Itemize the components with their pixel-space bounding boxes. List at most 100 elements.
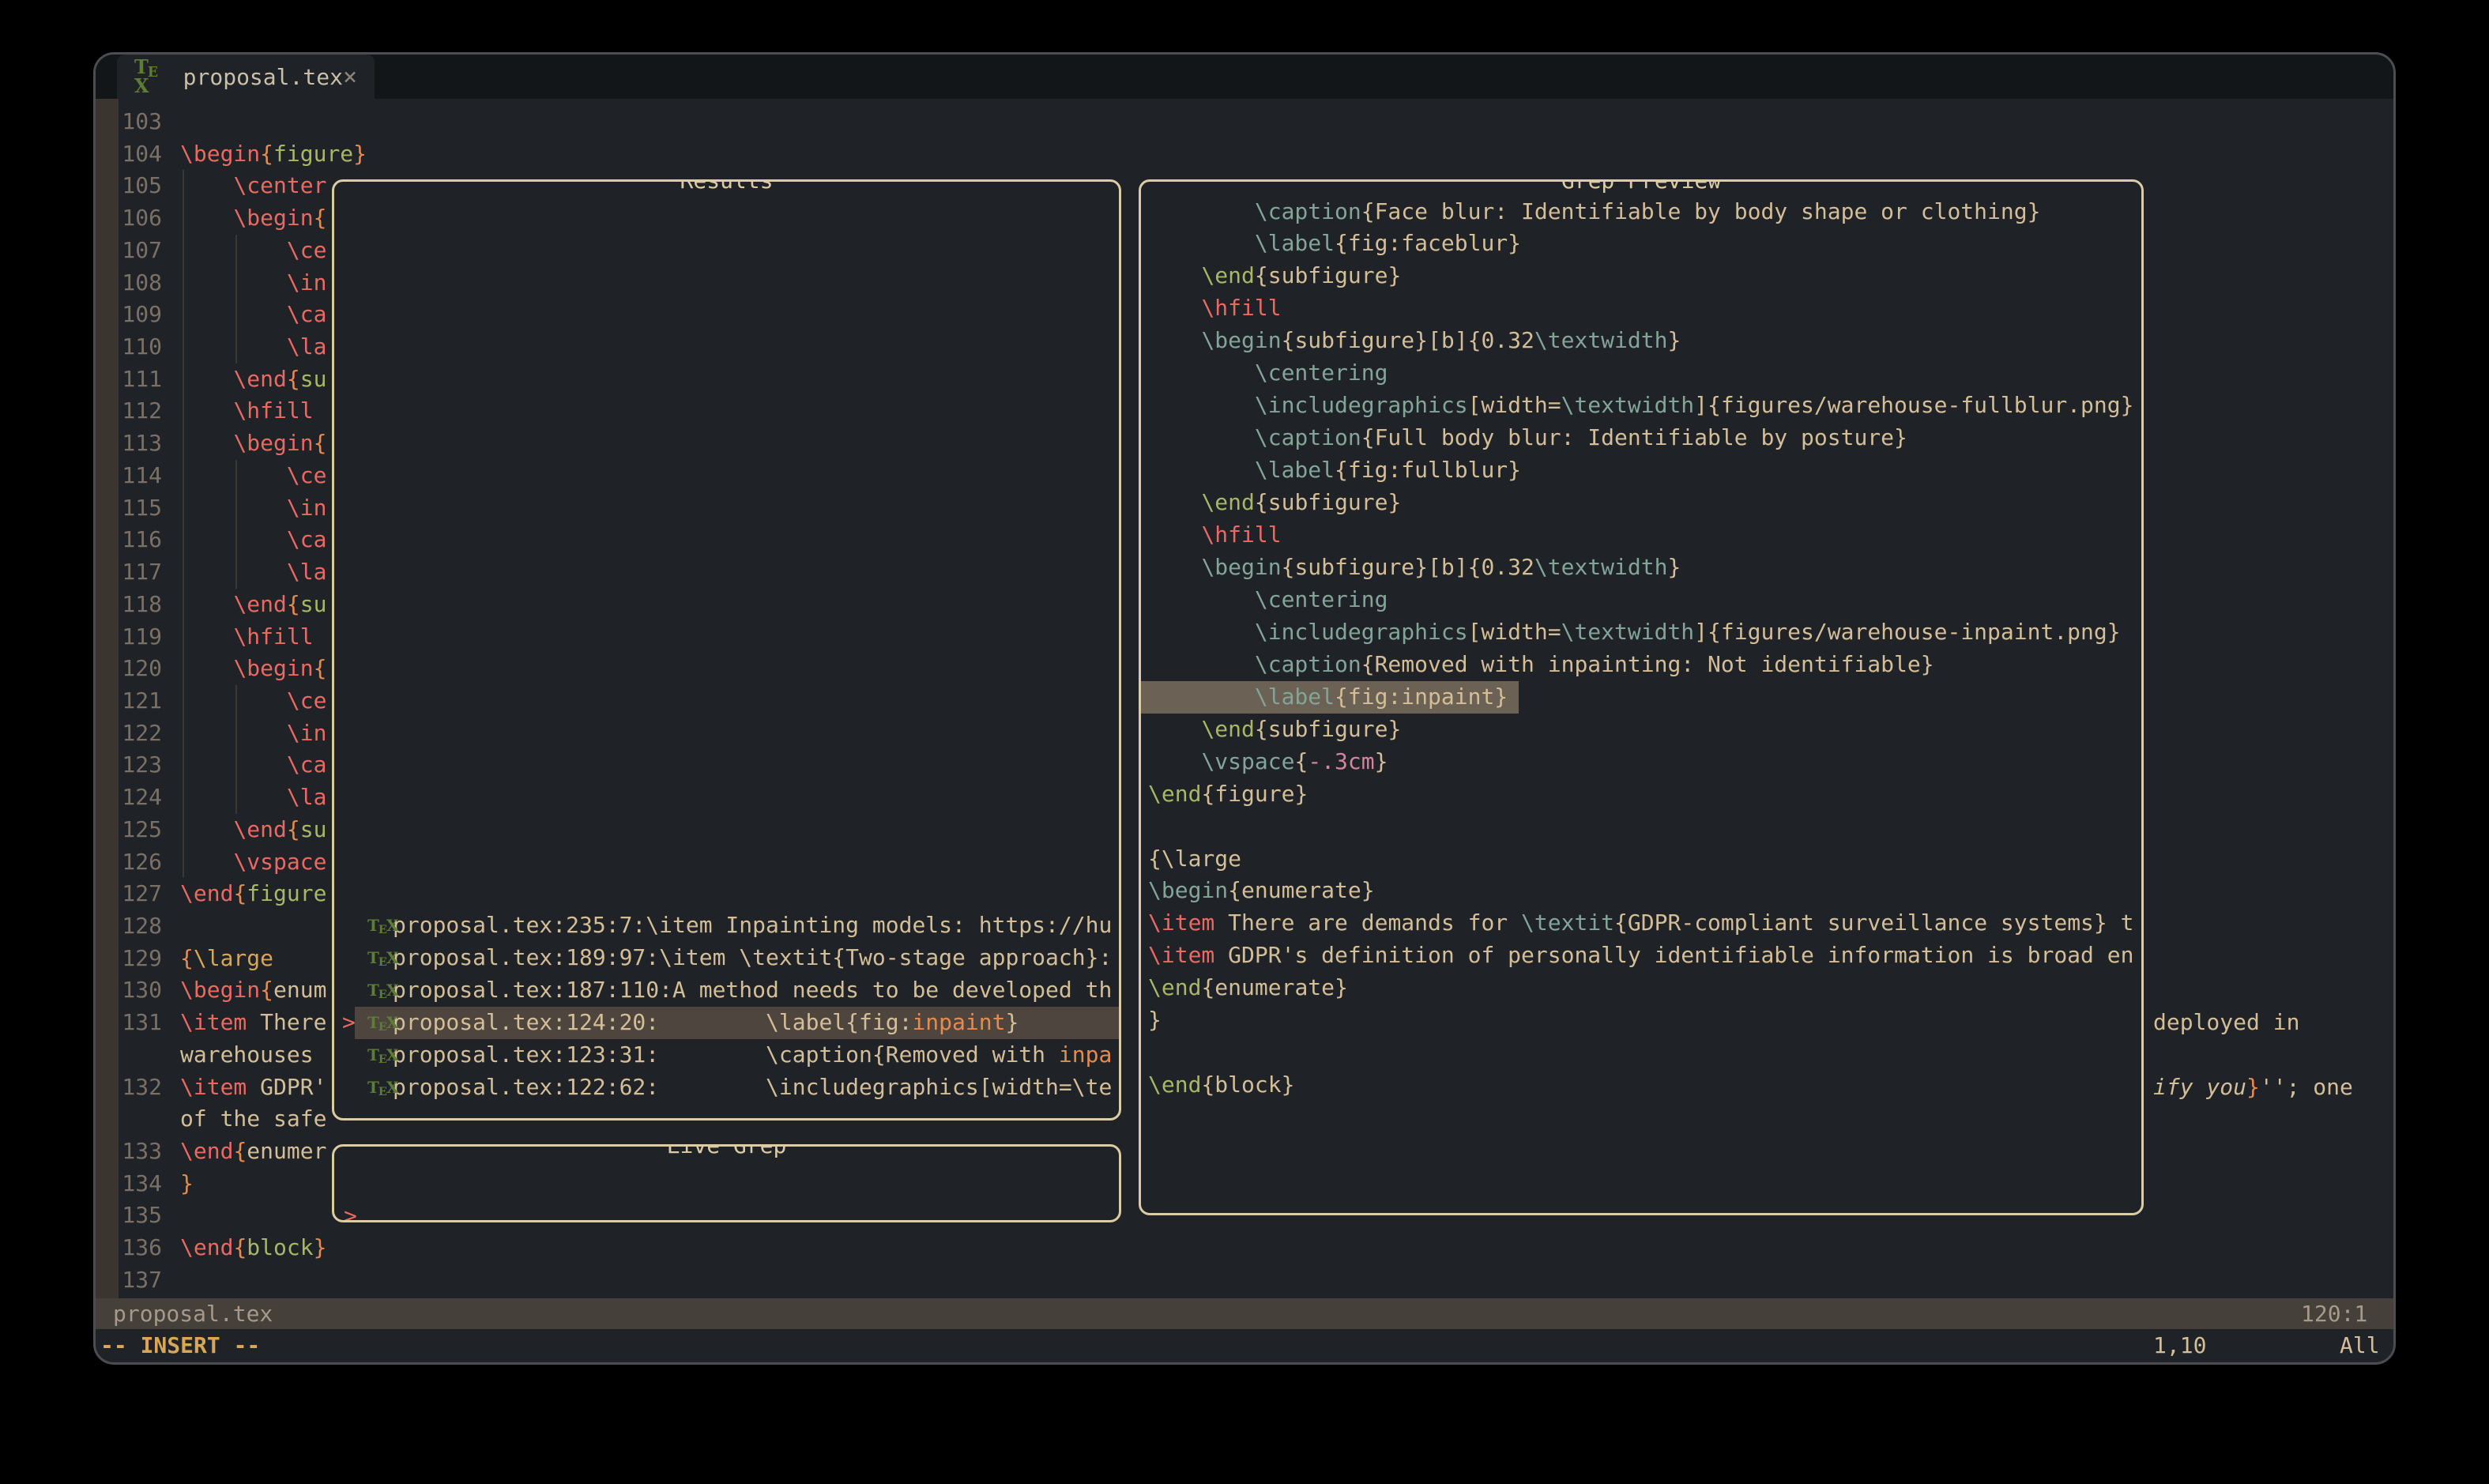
code-line[interactable]: \in — [180, 267, 326, 299]
code-line[interactable]: \begin{ — [180, 653, 326, 685]
preview-line: \item There are demands for \textit{GDPR… — [1141, 907, 2134, 940]
close-icon[interactable]: × — [343, 63, 357, 91]
token: deployed in — [2153, 1009, 2299, 1035]
token: \begin — [233, 655, 313, 681]
line-number: 135 — [117, 1200, 162, 1232]
statusline: proposal.tex 120:1 — [96, 1298, 2393, 1329]
token: \end — [1201, 262, 1254, 288]
code-line[interactable]: \item There — [180, 1007, 326, 1039]
code-line[interactable]: \vspace — [180, 846, 326, 879]
code-line[interactable]: \ce — [180, 685, 326, 718]
token: proposal.tex:123:31: \caption{Removed wi… — [393, 1041, 1059, 1068]
token: { — [260, 141, 273, 167]
token: \label — [1255, 230, 1335, 256]
code-line[interactable]: \ca — [180, 749, 326, 782]
code-line[interactable]: \end{figure — [180, 878, 326, 910]
line-number: 129 — [117, 943, 162, 975]
code-line[interactable]: \begin{figure} — [180, 138, 367, 171]
token — [180, 849, 233, 875]
token: \item — [180, 1074, 247, 1100]
token: { — [233, 1234, 247, 1260]
token: \textwidth — [1534, 554, 1668, 580]
code-line[interactable]: \hfill — [180, 621, 314, 653]
code-line[interactable]: warehouses — [180, 1039, 314, 1072]
token: {fig:inpaint} — [1335, 684, 1508, 710]
token: ]{figures/warehouse-fullblur.png} — [1694, 392, 2133, 418]
live-grep-input[interactable]: > inpaint 6 / 6 — [334, 1167, 1119, 1200]
tab-proposal-tex[interactable]: TEX proposal.tex × — [117, 55, 375, 99]
line-number: 131 — [117, 1007, 162, 1039]
line-number: 136 — [117, 1232, 162, 1264]
token: \end — [1148, 781, 1201, 807]
preview-line: \caption{Removed with inpainting: Not id… — [1141, 649, 1934, 681]
line-number: 119 — [117, 621, 162, 653]
token: } — [2246, 1074, 2260, 1100]
code-line[interactable]: \begin{enum — [180, 974, 326, 1007]
token — [1148, 230, 1255, 256]
token: \end — [180, 1234, 233, 1260]
code-line[interactable]: \ce — [180, 235, 326, 267]
code-line[interactable]: \begin{ — [180, 427, 326, 460]
token: \end — [233, 816, 286, 842]
code-line[interactable]: \in — [180, 492, 326, 525]
code-line[interactable]: \ce — [180, 460, 326, 492]
result-item[interactable]: TEXproposal.tex:122:62: \includegraphics… — [334, 1072, 1119, 1104]
code-line[interactable]: \end{enumer — [180, 1136, 326, 1168]
token: \ca — [287, 526, 327, 552]
code-line[interactable]: {\large — [180, 943, 273, 975]
code-line[interactable]: \center — [180, 170, 326, 202]
token: \end — [233, 591, 286, 617]
result-item[interactable]: TEXproposal.tex:187:110:A method needs t… — [334, 974, 1119, 1007]
token: \end — [180, 1138, 233, 1164]
line-number: 110 — [117, 331, 162, 363]
code-line[interactable]: \hfill — [180, 395, 314, 427]
token: figure — [273, 141, 353, 167]
token: \large — [194, 945, 273, 971]
token: \textwidth — [1561, 619, 1695, 645]
code-line[interactable]: \la — [180, 556, 326, 589]
tab-bar: TEX proposal.tex × — [96, 55, 2393, 99]
token: \center — [233, 172, 326, 198]
tex-file-icon: TEX — [367, 950, 398, 966]
token — [180, 366, 233, 392]
tex-file-icon: TEX — [367, 917, 398, 933]
code-line[interactable]: \end{su — [180, 814, 326, 846]
preview-line: \centering — [1141, 584, 1388, 616]
token: \end — [1201, 716, 1254, 742]
preview-line: \end{subfigure} — [1141, 260, 1401, 292]
code-line[interactable]: \end{su — [180, 589, 326, 621]
line-number: 132 — [117, 1072, 162, 1104]
code-line[interactable]: \ca — [180, 524, 326, 556]
token: } — [314, 1234, 327, 1260]
line-number: 103 — [117, 106, 162, 138]
grep-preview-title: Grep Preview — [1550, 179, 1732, 197]
code-line[interactable]: \item GDPR' — [180, 1072, 326, 1104]
token: {Face blur: Identifiable by body shape o… — [1361, 198, 2041, 224]
preview-line: \includegraphics[width=\textwidth]{figur… — [1141, 616, 2121, 649]
token — [180, 462, 287, 488]
code-line[interactable]: \end{su — [180, 363, 326, 396]
preview-line: \caption{Full body blur: Identifiable by… — [1141, 422, 1907, 454]
code-line[interactable]: \end{block} — [180, 1232, 326, 1264]
code-line[interactable]: \ca — [180, 299, 326, 331]
result-item[interactable]: TEXproposal.tex:235:7:\item Inpainting m… — [334, 910, 1119, 942]
result-item[interactable]: TEXproposal.tex:123:31: \caption{Removed… — [334, 1039, 1119, 1072]
code-line[interactable]: } — [180, 1168, 194, 1200]
preview-line — [1141, 811, 1148, 843]
line-number: 117 — [117, 556, 162, 589]
token: \label — [1255, 684, 1335, 710]
token: {subfigure}[b]{0.32 — [1282, 327, 1534, 353]
result-item[interactable]: >TEXproposal.tex:124:20: \label{fig:inpa… — [334, 1007, 1119, 1039]
line-number: 124 — [117, 782, 162, 814]
code-line[interactable]: \begin{ — [180, 202, 326, 235]
code-line[interactable]: \la — [180, 782, 326, 814]
token — [180, 784, 287, 810]
token — [1148, 651, 1255, 677]
code-line[interactable]: \in — [180, 718, 326, 750]
result-item[interactable]: TEXproposal.tex:189:97:\item \textit{Two… — [334, 942, 1119, 974]
code-line[interactable]: of the safe — [180, 1103, 326, 1136]
token: \item — [1148, 942, 1214, 968]
token — [1148, 424, 1255, 450]
token: \textit — [1521, 910, 1614, 936]
code-line[interactable]: \la — [180, 331, 326, 363]
